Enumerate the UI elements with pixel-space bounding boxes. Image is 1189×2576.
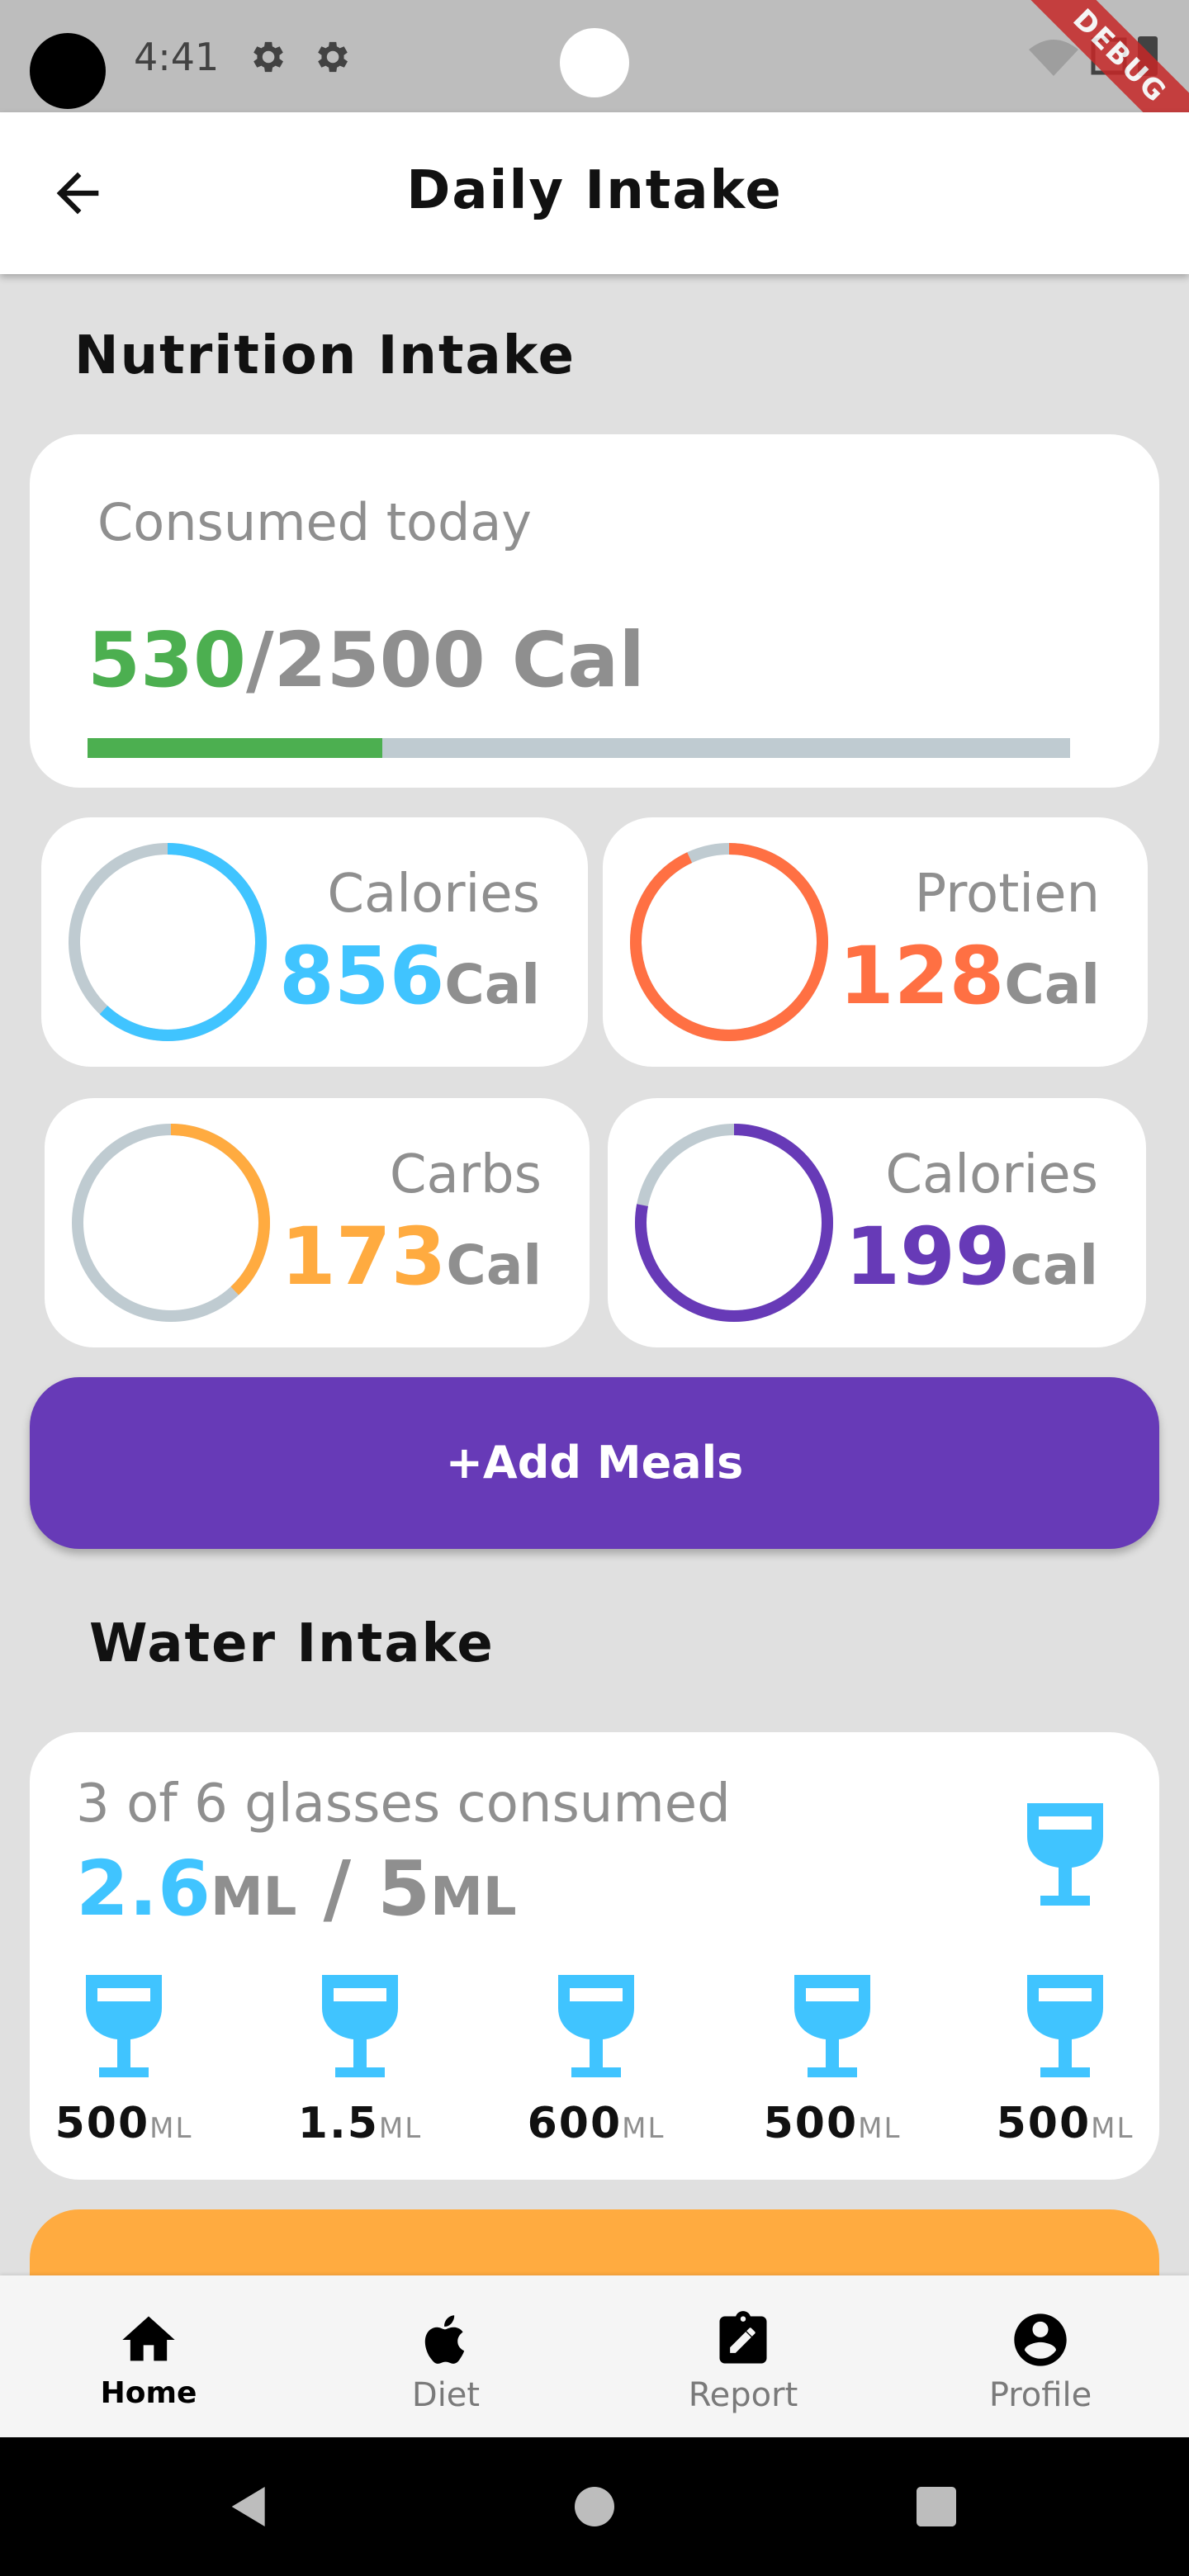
water-goal-amount: 5: [377, 1844, 431, 1933]
water-section-title: Water Intake: [89, 1613, 495, 1674]
glass-amount-value: 600: [527, 2099, 623, 2148]
stat-number: 199: [845, 1210, 1011, 1303]
status-bar: 4:41 DEBUG: [0, 0, 1189, 112]
settings-icon: [253, 41, 283, 73]
glass-item[interactable]: 500ML: [983, 1972, 1148, 2148]
glass-amount-value: 500: [763, 2099, 859, 2148]
consumed-total: /2500 Cal: [246, 616, 645, 704]
stat-card-calories-2: Calories 199cal: [608, 1098, 1146, 1347]
stat-label: Protien: [914, 864, 1100, 925]
nav-label: Profile: [988, 2376, 1092, 2414]
glass-item[interactable]: 500ML: [750, 1972, 915, 2148]
nav-item-report[interactable]: Report: [594, 2275, 892, 2437]
stat-value: 128Cal: [839, 930, 1100, 1022]
water-glass-icon: [322, 1975, 398, 2077]
calories-2-progress-ring: [635, 1124, 833, 1322]
stat-unit: Cal: [446, 1234, 542, 1297]
carbs-progress-ring: [72, 1124, 270, 1322]
stat-number: 128: [839, 930, 1005, 1022]
stat-label: Carbs: [389, 1144, 542, 1205]
stat-value: 173Cal: [281, 1210, 542, 1303]
glasses-consumed-label: 3 of 6 glasses consumed: [76, 1773, 731, 1835]
nav-label: Home: [100, 2376, 197, 2410]
stat-card-carbs: Carbs 173Cal: [45, 1098, 590, 1347]
clipboard-edit-icon: [719, 2311, 767, 2364]
glass-amount: 1.5ML: [277, 2099, 443, 2148]
water-goal-unit: ML: [430, 1867, 517, 1928]
nutrition-section-title: Nutrition Intake: [74, 325, 576, 386]
nav-item-diet[interactable]: Diet: [297, 2275, 594, 2437]
calorie-progress-bar: [88, 738, 1070, 758]
protein-progress-ring: [630, 843, 828, 1041]
home-circle-icon[interactable]: [568, 2480, 621, 2533]
glass-amount: 500ML: [983, 2099, 1148, 2148]
water-intake-card: 3 of 6 glasses consumed 2.6ML / 5ML 500M…: [30, 1732, 1159, 2180]
app-bar: Daily Intake: [0, 112, 1189, 274]
status-time: 4:41: [134, 35, 220, 79]
water-consumed-unit: ML: [210, 1867, 297, 1928]
water-amount: 2.6ML / 5ML: [76, 1844, 517, 1933]
glass-amount-unit: ML: [378, 2112, 423, 2145]
water-glass-icon: [558, 1975, 634, 2077]
add-meals-button[interactable]: +Add Meals: [30, 1377, 1159, 1549]
stat-label: Calories: [327, 864, 540, 925]
glass-amount-value: 500: [54, 2099, 150, 2148]
glass-item[interactable]: 500ML: [41, 1972, 206, 2148]
stat-value: 856Cal: [279, 930, 540, 1022]
page-title: Daily Intake: [406, 160, 783, 221]
stat-unit: cal: [1010, 1234, 1098, 1297]
bottom-navigation: Home Diet Report Profile: [0, 2275, 1189, 2437]
glass-item[interactable]: 600ML: [514, 1972, 679, 2148]
glass-amount-unit: ML: [1091, 2112, 1135, 2145]
nav-label: Diet: [411, 2376, 481, 2414]
apple-icon: [424, 2315, 465, 2364]
stat-unit: Cal: [1004, 953, 1100, 1016]
settings-icon: [318, 41, 348, 73]
water-glass-icon: [1027, 1975, 1103, 2077]
glass-amount-value: 1.5: [297, 2099, 379, 2148]
glass-item[interactable]: 1.5ML: [277, 1972, 443, 2148]
back-triangle-icon[interactable]: [223, 2480, 276, 2533]
glass-amount-unit: ML: [149, 2112, 193, 2145]
consumed-summary-card: Consumed today 530/2500 Cal: [30, 434, 1159, 788]
account-circle-icon: [1014, 2313, 1067, 2366]
notification-dot: [560, 28, 629, 97]
home-icon: [122, 2316, 175, 2361]
nav-item-home[interactable]: Home: [0, 2275, 297, 2437]
consumed-value: 530/2500 Cal: [88, 616, 645, 704]
stat-number: 856: [279, 930, 445, 1022]
nav-label: Report: [688, 2376, 798, 2414]
glass-amount: 600ML: [514, 2099, 679, 2148]
consumed-amount: 530: [88, 616, 247, 704]
recents-square-icon[interactable]: [910, 2480, 963, 2533]
glass-amount-unit: ML: [622, 2112, 666, 2145]
water-separator: /: [296, 1844, 378, 1933]
stat-unit: Cal: [444, 953, 540, 1016]
stat-value: 199cal: [845, 1210, 1098, 1303]
water-glass-icon: [86, 1975, 162, 2077]
add-glass-icon[interactable]: [1024, 1800, 1106, 1912]
wifi-icon: [1029, 40, 1078, 76]
calories-progress-ring: [69, 843, 267, 1041]
nav-item-profile[interactable]: Profile: [892, 2275, 1189, 2437]
glass-amount: 500ML: [750, 2099, 915, 2148]
stat-label: Calories: [885, 1144, 1098, 1205]
glass-amount: 500ML: [41, 2099, 206, 2148]
camera-cutout: [30, 33, 106, 109]
water-glass-icon: [794, 1975, 870, 2077]
stat-card-calories: Calories 856Cal: [41, 817, 588, 1067]
glass-amount-value: 500: [996, 2099, 1092, 2148]
water-consumed-amount: 2.6: [76, 1844, 211, 1933]
android-navigation-bar: [0, 2437, 1189, 2576]
stat-number: 173: [281, 1210, 447, 1303]
consumed-label: Consumed today: [97, 492, 533, 552]
calorie-progress-fill: [88, 738, 382, 758]
glass-amount-unit: ML: [858, 2112, 902, 2145]
stat-card-protein: Protien 128Cal: [603, 817, 1148, 1067]
